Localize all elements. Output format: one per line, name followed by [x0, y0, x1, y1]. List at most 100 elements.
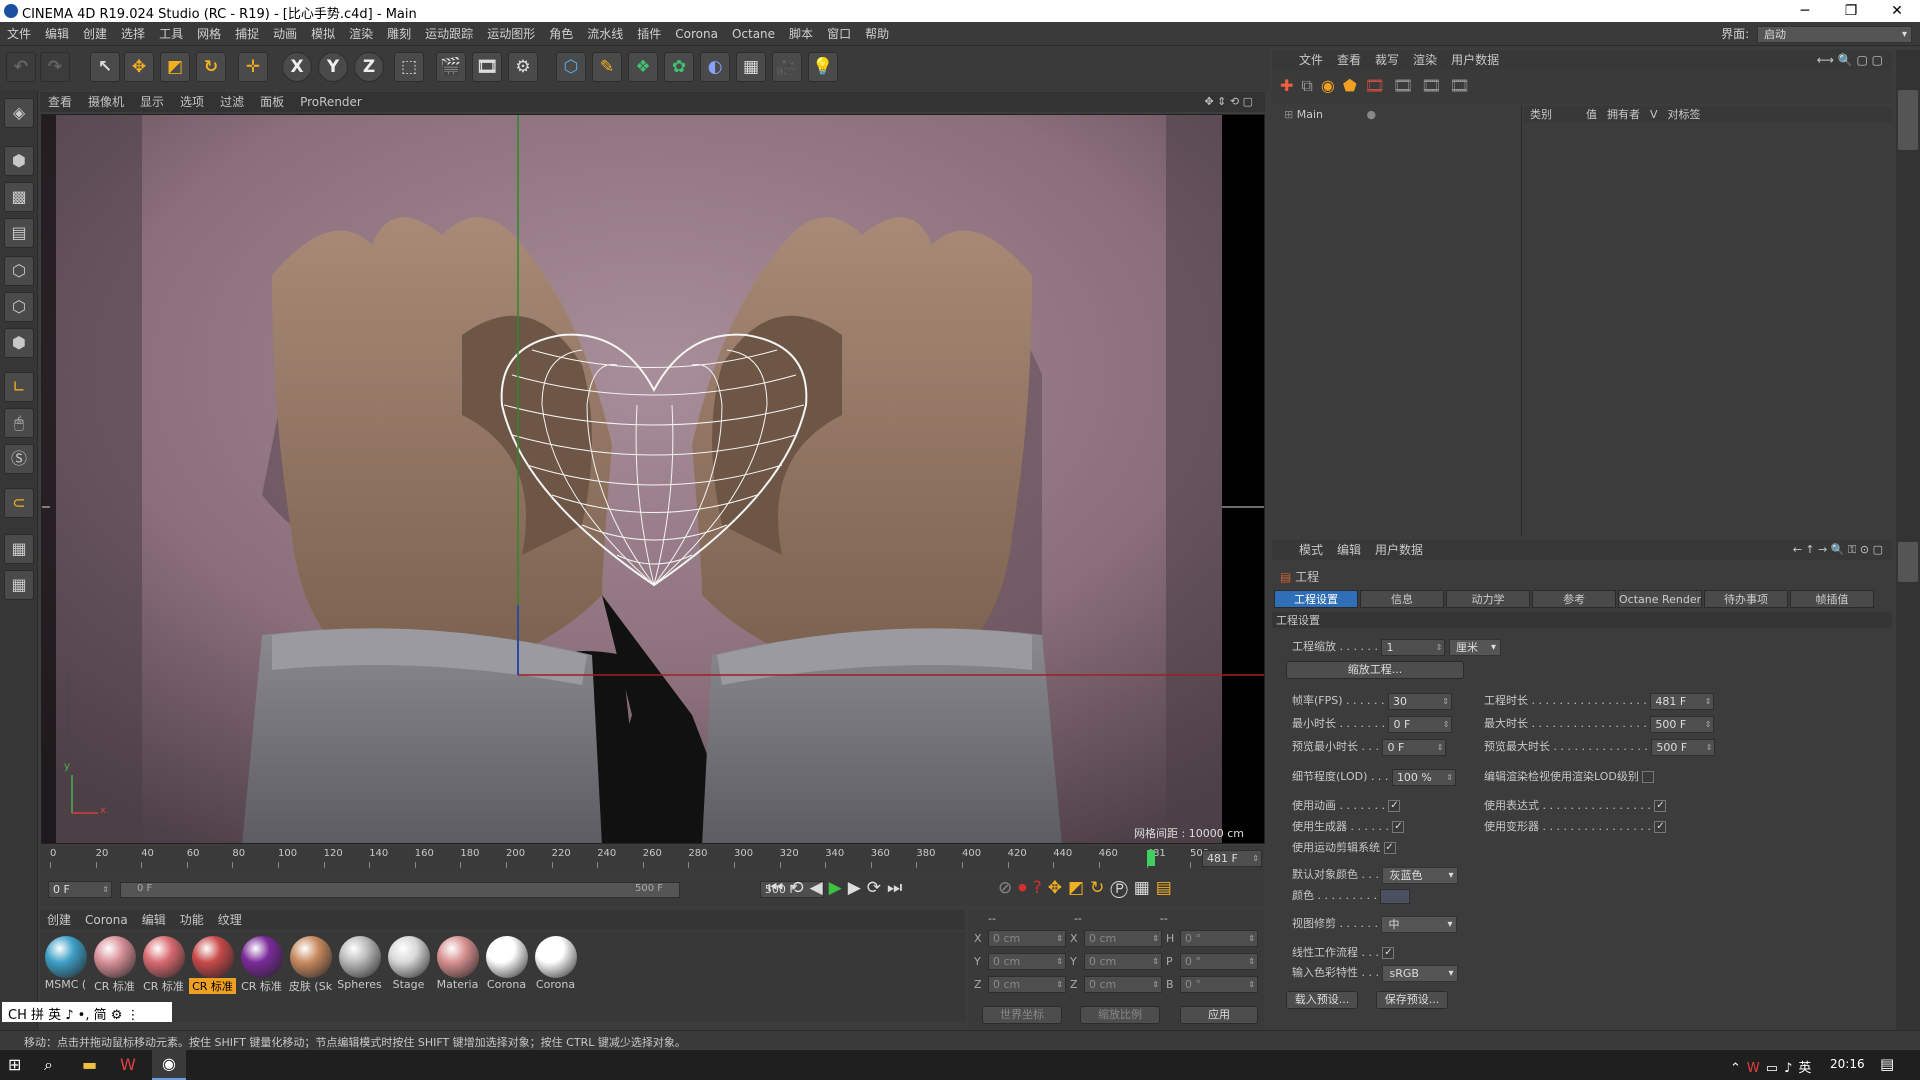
go-to-end-icon[interactable]: ⏭: [887, 878, 908, 898]
make-editable-icon[interactable]: ◈: [4, 98, 34, 128]
material-menu-corona[interactable]: Corona: [78, 910, 135, 930]
coord-value-field[interactable]: 0 cm: [1084, 930, 1162, 947]
coord-value-field[interactable]: 0 cm: [988, 930, 1066, 947]
attr-tab[interactable]: 工程设置: [1274, 590, 1358, 608]
linear-workflow-checkbox[interactable]: ✓: [1382, 947, 1395, 959]
menu-script[interactable]: 脚本: [782, 22, 820, 46]
material-swatch[interactable]: CR 标准: [238, 934, 285, 996]
attr-tab[interactable]: 待办事项: [1704, 590, 1788, 608]
layout-dropdown[interactable]: 启动: [1757, 26, 1912, 43]
coord-value-field[interactable]: 0 cm: [988, 976, 1066, 993]
material-swatch[interactable]: 皮肤 (Sk: [287, 934, 334, 996]
notification-icon[interactable]: ▤: [1880, 1055, 1894, 1073]
attr-menu-mode[interactable]: 模式: [1292, 540, 1330, 560]
edges-mode-icon[interactable]: ⬡: [4, 292, 34, 322]
render-settings-icon[interactable]: ⚙: [508, 52, 538, 82]
take-main-row[interactable]: ⊞ Main ●: [1272, 106, 1521, 123]
take-clone-icon[interactable]: ⧉: [1301, 76, 1320, 95]
tray-network-icon[interactable]: ▭: [1766, 1061, 1784, 1076]
view-clip-dropdown[interactable]: 中: [1381, 915, 1458, 933]
key-pla-icon[interactable]: ▦: [1134, 878, 1156, 898]
color-swatch[interactable]: [1380, 888, 1411, 904]
attr-menu-edit[interactable]: 编辑: [1330, 540, 1368, 560]
object-menu-tags[interactable]: 裁写: [1368, 50, 1406, 70]
preview-max-field[interactable]: 500 F: [1651, 738, 1716, 756]
use-deformers-checkbox[interactable]: ✓: [1654, 821, 1667, 833]
z-axis-lock-button[interactable]: Z: [354, 52, 384, 82]
render-picture-viewer-icon[interactable]: 🎞: [472, 52, 502, 82]
project-scale-field[interactable]: 1: [1381, 638, 1446, 656]
search-icon[interactable]: ⌕: [44, 1055, 53, 1075]
coord-value-field[interactable]: 0 cm: [988, 953, 1066, 970]
object-menu-view[interactable]: 查看: [1330, 50, 1368, 70]
file-explorer-icon[interactable]: ▬: [82, 1055, 97, 1074]
workplane-snap-icon[interactable]: ▦: [4, 570, 34, 600]
close-button[interactable]: ✕: [1874, 0, 1920, 22]
viewport-menu-panel[interactable]: 面板: [252, 92, 292, 112]
coord-value-field[interactable]: 0 cm: [1084, 976, 1162, 993]
wps-icon[interactable]: W: [120, 1055, 136, 1074]
menu-window[interactable]: 窗口: [820, 22, 858, 46]
max-time-field[interactable]: 500 F: [1650, 715, 1715, 733]
preview-min-field[interactable]: 0 F: [1382, 738, 1447, 756]
y-axis-lock-button[interactable]: Y: [318, 52, 348, 82]
lod-field[interactable]: 100 %: [1391, 768, 1456, 786]
attr-nav-icons[interactable]: ← ↑ → 🔍 ⚿ ⊙ ▢: [1786, 540, 1890, 560]
next-key-icon[interactable]: ⟳: [867, 878, 887, 898]
timeline-playhead[interactable]: [1146, 850, 1155, 866]
color-profile-dropdown[interactable]: sRGB: [1382, 964, 1459, 982]
menu-simulate[interactable]: 模拟: [304, 22, 342, 46]
solo-mode-icon[interactable]: Ⓢ: [4, 444, 34, 474]
attr-tab[interactable]: 动力学: [1446, 590, 1530, 608]
default-color-dropdown[interactable]: 灰蓝色: [1382, 866, 1459, 884]
menu-sculpt[interactable]: 雕刻: [380, 22, 418, 46]
maximize-button[interactable]: ❐: [1828, 0, 1874, 22]
coord-value-field[interactable]: 0 °: [1180, 953, 1258, 970]
timeline-window-icon[interactable]: ▤: [1156, 878, 1178, 898]
material-swatch[interactable]: Spheres: [336, 934, 383, 996]
move-tool-icon[interactable]: ✥: [124, 52, 154, 82]
use-generators-checkbox[interactable]: ✓: [1392, 821, 1405, 833]
object-manager-search-icon[interactable]: ⟷ 🔍 ▢ ▢: [1810, 50, 1890, 70]
cloner-icon[interactable]: ✿: [664, 52, 694, 82]
material-swatch[interactable]: Materia: [434, 934, 481, 996]
load-preset-button[interactable]: 载入预设...: [1286, 991, 1358, 1009]
undo-icon[interactable]: ↶: [6, 52, 36, 82]
next-frame-icon[interactable]: ▶: [848, 878, 867, 898]
menu-mograph[interactable]: 运动图形: [480, 22, 542, 46]
take-group-icon[interactable]: ⬟: [1343, 76, 1365, 95]
model-mode-icon[interactable]: ⬢: [4, 146, 34, 176]
3d-viewport[interactable]: y x 网格间距 : 10000 cm: [41, 114, 1265, 844]
material-swatch[interactable]: MSMC (: [42, 934, 89, 996]
key-rotation-icon[interactable]: ↻: [1090, 878, 1110, 898]
take-film-icon-2[interactable]: 🎞: [1393, 76, 1421, 95]
tweak-mode-icon[interactable]: 🖱: [4, 408, 34, 438]
menu-file[interactable]: 文件: [0, 22, 38, 46]
menu-animate[interactable]: 动画: [266, 22, 304, 46]
subdivision-surface-icon[interactable]: ❖: [628, 52, 658, 82]
record-lock-icon[interactable]: ⊘: [998, 878, 1018, 898]
menu-plugins[interactable]: 插件: [630, 22, 668, 46]
menu-motion-tracking[interactable]: 运动跟踪: [418, 22, 480, 46]
attr-tab[interactable]: Octane Render: [1618, 590, 1702, 608]
texture-mode-icon[interactable]: ▩: [4, 182, 34, 212]
key-parameter-icon[interactable]: Ⓟ: [1110, 878, 1133, 898]
attr-tab[interactable]: 信息: [1360, 590, 1444, 608]
render-view-icon[interactable]: 🎬: [436, 52, 466, 82]
previous-frame-icon[interactable]: ◀: [810, 878, 829, 898]
windows-start-icon[interactable]: ⊞: [8, 1055, 21, 1074]
workplane-lock-icon[interactable]: ▦: [4, 534, 34, 564]
material-menu-edit[interactable]: 编辑: [135, 910, 173, 930]
x-axis-lock-button[interactable]: X: [282, 52, 312, 82]
duration-field[interactable]: 481 F: [1650, 692, 1715, 710]
start-frame-field[interactable]: 0 F: [48, 881, 112, 898]
select-pointer-icon[interactable]: ↖: [90, 52, 120, 82]
render-lod-checkbox[interactable]: [1642, 771, 1655, 783]
tray-ime-icon[interactable]: 英: [1798, 1061, 1817, 1076]
material-menu-function[interactable]: 功能: [173, 910, 211, 930]
timeline-ruler[interactable]: 0 20 40 60 80 100 120 140 160 180 200 220 240 260 280 3…: [40, 846, 1265, 874]
project-unit-dropdown[interactable]: 厘米: [1448, 638, 1501, 656]
take-override-icon[interactable]: ◉: [1321, 76, 1343, 95]
play-icon[interactable]: ▶: [829, 878, 848, 898]
apply-coordinates-button[interactable]: 应用: [1180, 1006, 1258, 1024]
